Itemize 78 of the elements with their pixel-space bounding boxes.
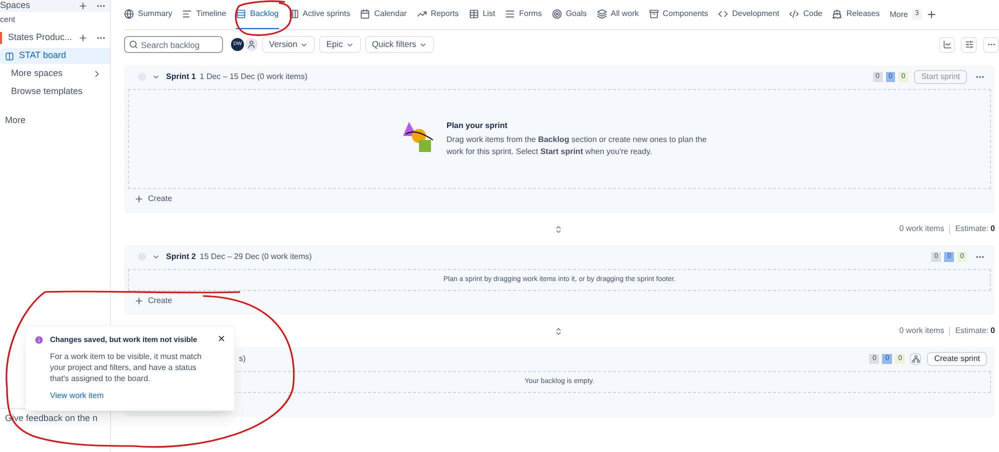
box-icon [648,8,659,18]
sprint-action-button[interactable]: Create sprint [927,352,987,366]
board-icon [5,52,14,60]
icon-button[interactable] [910,353,922,365]
tab[interactable]: Releases [832,0,880,29]
settings-button[interactable] [961,36,977,52]
sprint-dates: s) [239,353,247,365]
tab[interactable]: Calendar [360,0,407,29]
filter-dropdown[interactable]: Quick filters [364,36,434,53]
chevron-down-icon[interactable] [152,73,160,81]
calendar-icon [360,8,370,18]
annotation-drawing [233,0,295,38]
tab[interactable]: Development [718,0,780,29]
add-icon[interactable] [926,9,937,20]
drag-handle-icon[interactable] [554,326,563,336]
tab[interactable]: Reports [416,0,459,29]
insights-button[interactable] [939,36,955,52]
sliders-icon [964,40,974,49]
sidebar-item[interactable]: More [0,114,110,128]
sprint-name: Sprint 2 [166,251,196,263]
tab[interactable]: Forms [505,0,542,29]
search-field[interactable]: Search backlog [124,36,223,53]
columns-icon [288,8,299,18]
globe-icon [124,8,134,18]
sidebar-item[interactable]: STAT board [0,48,110,64]
hierarchy-icon [912,355,920,363]
code-icon [789,8,800,18]
tab[interactable]: Components [648,0,708,29]
search-icon [129,40,138,49]
avatar-icon[interactable] [245,38,258,51]
plus-icon [134,194,144,204]
list-icon [236,8,246,18]
sidebar-item[interactable]: More spaces [0,66,110,82]
view-work-item-link[interactable]: View work item [50,390,211,402]
chevron-down-icon[interactable] [152,253,160,261]
create-button[interactable]: Create [134,291,172,311]
add-icon[interactable] [78,1,88,11]
tab[interactable]: All work [596,0,639,29]
tab[interactable]: Code [789,0,822,29]
plus-icon [134,296,144,306]
sidebar-item[interactable]: States Produc... [0,30,110,46]
table-icon [468,8,479,18]
sprint-dates: 1 Dec – 15 Dec (0 work items) [200,71,308,83]
sidebar-item[interactable]: Browse templates [0,84,110,100]
toast-message: For a work item to be visible, it must match your project and filters, and have a status that's assigned to the board. [50,351,203,384]
chart-icon [416,8,427,18]
create-button[interactable]: Create [134,189,172,209]
work-item-count: 0 work items [899,223,944,235]
code-icon [718,8,728,18]
empty-title: Plan your sprint [446,120,508,132]
estimate-label: Estimate: [955,325,989,337]
info-icon [34,335,44,345]
close-icon[interactable] [217,334,226,343]
target-icon [552,8,562,18]
layers-icon [596,8,607,18]
empty-description: Drag work items from the Backlog section or create new ones to plan the work for this sprint. Select Start sprint when you're ready. [446,134,708,158]
tab[interactable]: Summary [124,0,172,29]
estimate-value: 0 [990,223,995,235]
timeline-icon [182,8,192,18]
tab[interactable]: Backlog [236,0,279,29]
chart-icon [942,40,952,49]
filter-dropdown[interactable]: Version [262,36,316,53]
sprint-dates: 15 Dec – 29 Dec (0 work items) [200,251,313,263]
boat-icon [832,8,842,18]
estimate-value: 0 [990,325,995,337]
work-item-count: 0 work items [899,325,944,337]
add-icon[interactable] [78,33,88,43]
drag-handle-icon[interactable] [554,224,563,234]
tab[interactable]: Timeline [182,0,226,29]
tab[interactable]: Goals [552,0,587,29]
sprint-name: Sprint 1 [166,71,196,83]
estimate-label: Estimate: [955,223,989,235]
section-label: cent [0,14,16,26]
filter-dropdown[interactable]: Epic [319,36,361,53]
form-icon [505,8,516,18]
tab[interactable]: List [468,0,496,29]
sidebar-heading: Spaces [0,0,32,12]
tab[interactable]: Active sprints [288,0,350,29]
